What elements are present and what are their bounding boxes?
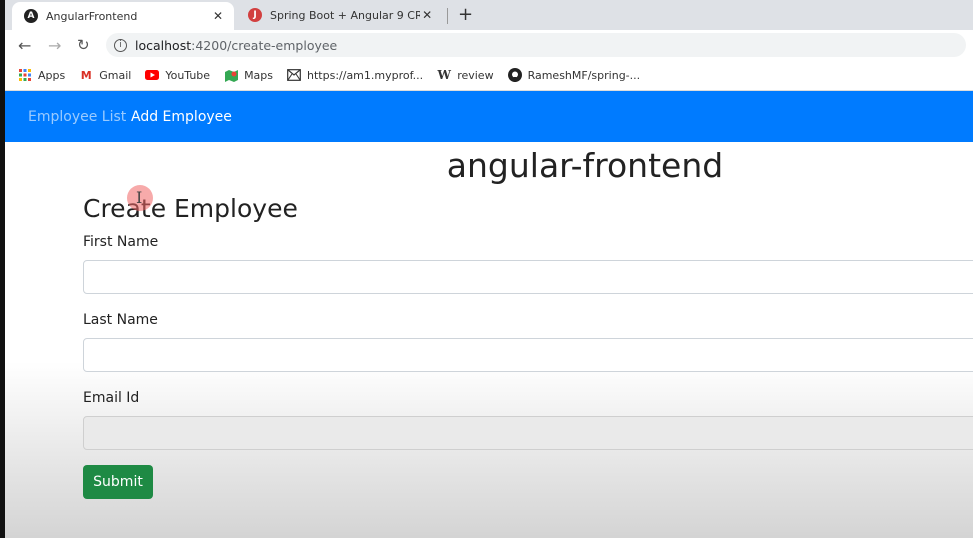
app-title: angular-frontend [446, 146, 724, 185]
screen-edge [0, 0, 5, 538]
bookmark-label: https://am1.myprof... [307, 68, 424, 82]
back-icon[interactable]: ← [18, 36, 31, 55]
nav-add-employee[interactable]: Add Employee [131, 109, 232, 125]
tab-separator [447, 8, 448, 24]
maps-icon [224, 68, 238, 82]
gmail-icon: M [80, 68, 92, 82]
email-field[interactable] [83, 416, 973, 450]
bookmark-label: Gmail [99, 68, 132, 82]
new-tab-icon[interactable]: + [458, 4, 473, 25]
bookmark-label: Maps [244, 68, 274, 82]
address-toolbar: ← → ↻ i localhost :4200/create-employee [0, 30, 973, 60]
bookmark-review[interactable]: W review [437, 68, 493, 82]
bookmark-label: RameshMF/spring-... [527, 68, 641, 82]
bookmark-maps[interactable]: Maps [224, 68, 273, 82]
bookmark-apps[interactable]: Apps [18, 68, 65, 82]
bookmark-youtube[interactable]: YouTube [145, 68, 210, 82]
first-name-label: First Name [83, 234, 159, 250]
submit-button[interactable]: Submit [83, 465, 153, 499]
nav-employee-list[interactable]: Employee List [28, 109, 126, 125]
tab-spring-boot[interactable]: J Spring Boot + Angular 9 CRUD - ✕ [236, 2, 442, 28]
bookmark-label: review [457, 68, 494, 82]
github-icon [507, 68, 522, 82]
tab-strip: A AngularFrontend ✕ J Spring Boot + Angu… [0, 0, 973, 30]
close-icon[interactable]: ✕ [210, 9, 226, 23]
tab-title: AngularFrontend [46, 9, 138, 23]
tab-angular-frontend[interactable]: A AngularFrontend ✕ [12, 2, 234, 30]
bookmark-am1[interactable]: https://am1.myprof... [287, 68, 423, 82]
angular-icon: A [24, 9, 38, 23]
last-name-field[interactable] [83, 338, 973, 372]
apps-grid-icon [18, 68, 32, 82]
bookmark-gmail[interactable]: M Gmail [79, 68, 132, 82]
close-icon[interactable]: ✕ [420, 8, 434, 22]
forward-icon[interactable]: → [48, 36, 61, 55]
reload-icon[interactable]: ↻ [77, 36, 90, 54]
bookmark-label: Apps [38, 68, 66, 82]
bookmark-github[interactable]: RameshMF/spring-... [507, 68, 641, 82]
mail-icon [287, 68, 301, 82]
first-name-field[interactable] [83, 260, 973, 294]
info-icon[interactable]: i [114, 38, 127, 52]
main-content: angular-frontend Create Employee First N… [5, 142, 973, 538]
url-host: localhost [135, 37, 192, 53]
wikipedia-icon: W [437, 68, 451, 82]
form-title: Create Employee [83, 194, 298, 223]
address-bar[interactable]: i localhost :4200/create-employee [106, 33, 966, 57]
bookmark-label: YouTube [165, 68, 211, 82]
url-path: :4200/create-employee [191, 37, 338, 53]
email-id-label: Email Id [83, 390, 140, 406]
app-navbar: Employee List Add Employee [5, 91, 973, 142]
java-guides-icon: J [248, 8, 262, 22]
bookmarks-bar: Apps M Gmail YouTube Maps https://am1.my… [0, 60, 973, 91]
tab-title: Spring Boot + Angular 9 CRUD - [270, 8, 421, 22]
last-name-label: Last Name [83, 312, 158, 328]
youtube-icon [145, 68, 160, 82]
text-cursor-icon: I [136, 188, 143, 207]
